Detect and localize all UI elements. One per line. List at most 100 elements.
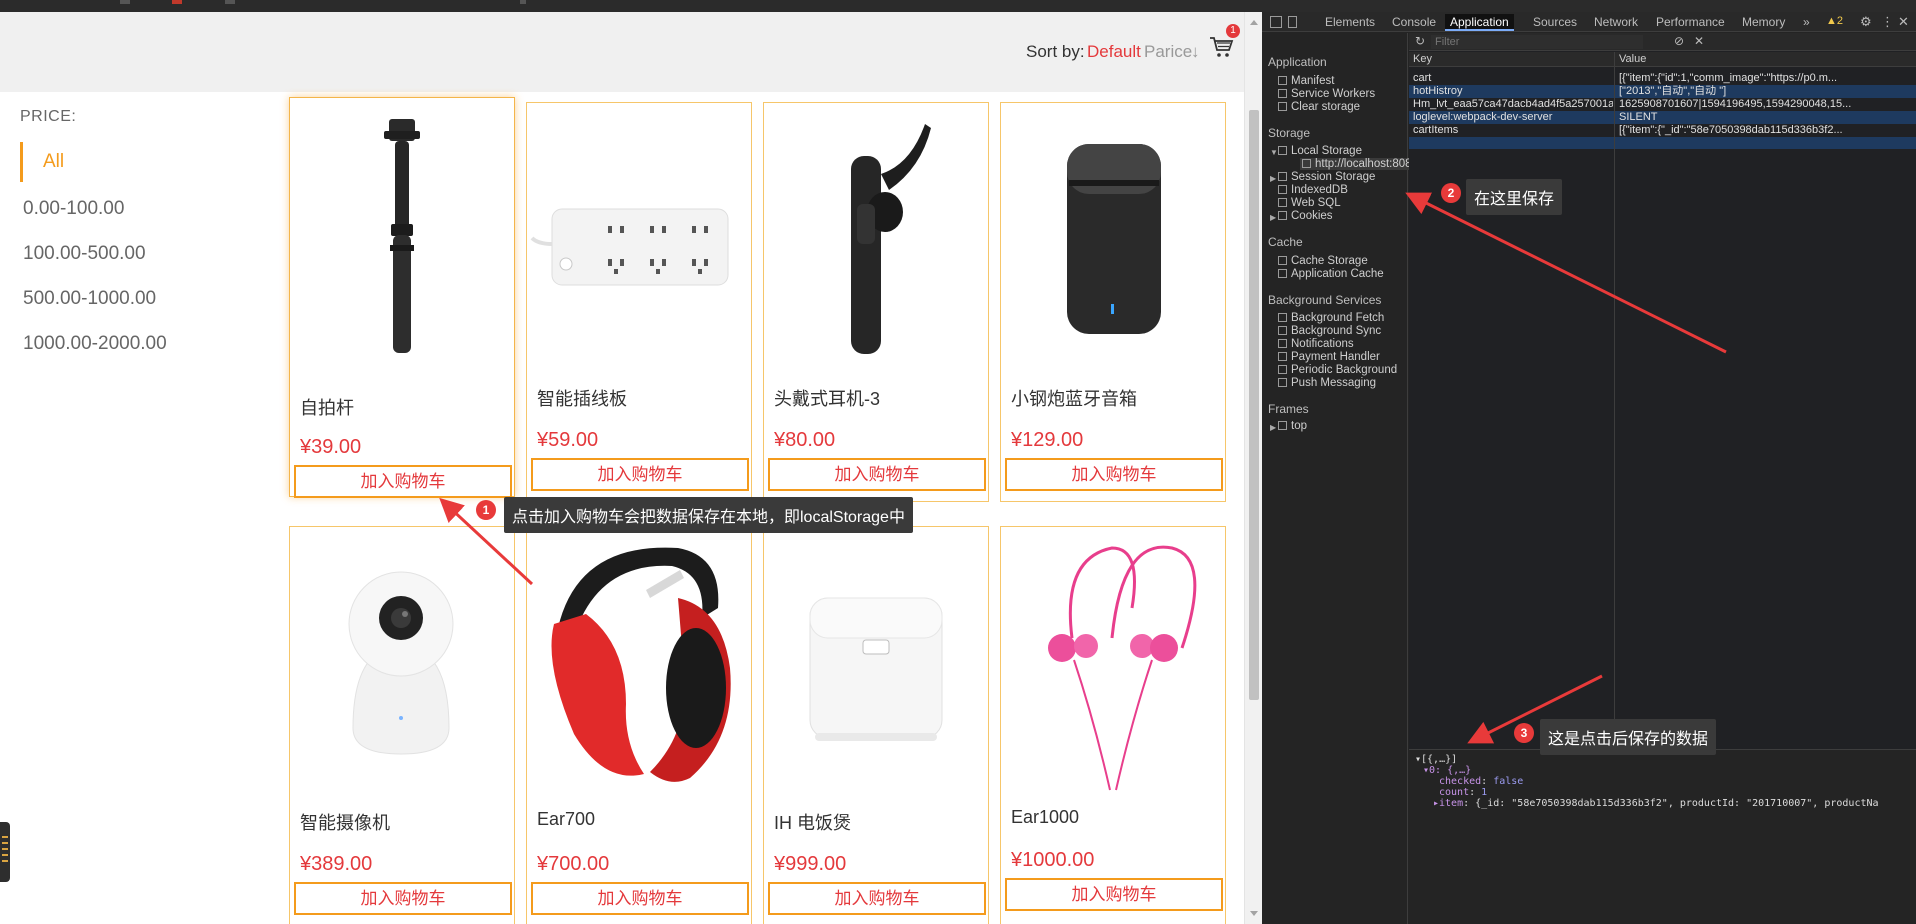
- sidebar-item-background-fetch[interactable]: Background Fetch: [1278, 312, 1384, 324]
- sidebar-item-manifest[interactable]: Manifest: [1278, 75, 1334, 87]
- table-row[interactable]: loglevel:webpack-dev-server SILENT: [1409, 111, 1916, 124]
- product-card[interactable]: Ear700 ¥700.00 加入购物车: [526, 526, 752, 924]
- price-filter-1000-2000[interactable]: 1000.00-2000.00: [20, 333, 167, 355]
- product-price: ¥700.00: [537, 853, 610, 875]
- price-filter-500-1000[interactable]: 500.00-1000.00: [20, 288, 156, 310]
- sidebar-item-periodic-background[interactable]: Periodic Background: [1278, 364, 1397, 376]
- refresh-icon[interactable]: ↻: [1415, 34, 1425, 48]
- expanded-triangle-icon[interactable]: ▼: [1270, 148, 1278, 157]
- page-scrollbar[interactable]: [1244, 12, 1262, 924]
- collapsed-triangle-icon[interactable]: ▶: [1270, 174, 1276, 183]
- add-to-cart-button[interactable]: 加入购物车: [1005, 458, 1223, 491]
- sidebar-item-clear-storage[interactable]: Clear storage: [1278, 101, 1360, 113]
- filter-input[interactable]: [1431, 35, 1643, 49]
- tab-network[interactable]: Network: [1589, 14, 1643, 31]
- product-name: Ear1000: [1011, 807, 1080, 827]
- product-name: 头戴式耳机-3: [774, 389, 881, 409]
- sort-price-link[interactable]: Parice: [1144, 42, 1192, 62]
- table-row-empty[interactable]: [1409, 137, 1916, 149]
- sort-default-link[interactable]: Default: [1087, 42, 1141, 62]
- table-row[interactable]: hotHistroy ["2013","自动","自动 "]: [1409, 85, 1916, 98]
- add-to-cart-button[interactable]: 加入购物车: [294, 882, 512, 915]
- gear-icon: [1278, 89, 1287, 98]
- delete-selected-icon[interactable]: ✕: [1694, 34, 1704, 48]
- inspect-element-icon[interactable]: [1270, 16, 1282, 28]
- add-to-cart-button[interactable]: 加入购物车: [294, 465, 512, 498]
- sidebar-item-localhost-origin[interactable]: http://localhost:808: [1300, 158, 1414, 170]
- sort-arrow-down-icon[interactable]: ↓: [1191, 42, 1200, 62]
- tab-memory[interactable]: Memory: [1737, 14, 1790, 31]
- add-to-cart-button[interactable]: 加入购物车: [531, 458, 749, 491]
- scroll-up-icon[interactable]: [1250, 20, 1258, 25]
- column-value[interactable]: Value: [1619, 53, 1646, 65]
- sort-bar: Sort by: Default Parice ↓ 1: [0, 12, 1244, 92]
- clear-all-icon[interactable]: ⊘: [1674, 34, 1684, 48]
- product-card[interactable]: 智能摄像机 ¥389.00 加入购物车: [289, 526, 515, 924]
- add-to-cart-button[interactable]: 加入购物车: [768, 458, 986, 491]
- store-page: Sort by: Default Parice ↓ 1 PRICE: All 0…: [0, 12, 1244, 924]
- product-card[interactable]: 小钢炮蓝牙音箱 ¥129.00 加入购物车: [1000, 102, 1226, 502]
- product-card[interactable]: 自拍杆 ¥39.00 加入购物车: [289, 97, 515, 498]
- table-row[interactable]: cart [{"item":{"id":1,"comm_image":"https…: [1409, 72, 1916, 85]
- column-key[interactable]: Key: [1413, 53, 1432, 65]
- product-name: Ear700: [537, 809, 596, 829]
- sidebar-item-background-sync[interactable]: Background Sync: [1278, 325, 1381, 337]
- sidebar-item-cache-storage[interactable]: Cache Storage: [1278, 255, 1368, 267]
- sidebar-item-frame-top[interactable]: top: [1278, 420, 1307, 432]
- settings-gear-icon[interactable]: ⚙: [1860, 14, 1872, 30]
- tab-console[interactable]: Console: [1387, 14, 1441, 31]
- preview-checked: checked: false: [1439, 776, 1524, 787]
- section-cache: Cache: [1268, 235, 1303, 249]
- sidebar-item-notifications[interactable]: Notifications: [1278, 338, 1354, 350]
- tab-elements[interactable]: Elements: [1320, 14, 1380, 31]
- price-filter-0-100[interactable]: 0.00-100.00: [20, 198, 124, 220]
- product-card[interactable]: IH 电饭煲 ¥999.00 加入购物车: [763, 526, 989, 924]
- cart-icon[interactable]: [1208, 34, 1234, 60]
- add-to-cart-button[interactable]: 加入购物车: [1005, 878, 1223, 911]
- annotation-label-2: 在这里保存: [1466, 179, 1563, 215]
- price-filter-100-500[interactable]: 100.00-500.00: [20, 243, 146, 265]
- preview-root[interactable]: ▾[{,…}]: [1415, 754, 1457, 765]
- close-devtools-icon[interactable]: ✕: [1898, 14, 1909, 30]
- sidebar-item-service-workers[interactable]: Service Workers: [1278, 88, 1375, 100]
- product-card[interactable]: Ear1000 ¥1000.00 加入购物车: [1000, 526, 1226, 924]
- sidebar-item-push-messaging[interactable]: Push Messaging: [1278, 377, 1376, 389]
- price-filter-all[interactable]: All: [20, 142, 64, 182]
- add-to-cart-button[interactable]: 加入购物车: [531, 882, 749, 915]
- sidebar-item-local-storage[interactable]: Local Storage: [1278, 145, 1362, 157]
- sidebar-item-cookies[interactable]: Cookies: [1278, 210, 1333, 222]
- scroll-down-icon[interactable]: [1250, 911, 1258, 916]
- add-to-cart-button[interactable]: 加入购物车: [768, 882, 986, 915]
- tab-sources[interactable]: Sources: [1528, 14, 1582, 31]
- section-storage: Storage: [1268, 126, 1311, 140]
- product-price: ¥59.00: [537, 429, 599, 451]
- floating-side-widget[interactable]: [0, 822, 10, 882]
- scroll-thumb[interactable]: [1249, 110, 1259, 700]
- annotation-number-2: 2: [1441, 183, 1461, 203]
- file-icon: [1278, 76, 1287, 85]
- product-price: ¥39.00: [300, 436, 362, 458]
- table-row[interactable]: cartItems [{"item":{"_id":"58e7050398dab1…: [1409, 124, 1916, 137]
- preview-index-0[interactable]: ▾0: {,…}: [1423, 765, 1471, 776]
- device-toolbar-icon[interactable]: [1288, 16, 1297, 28]
- sidebar-item-payment-handler[interactable]: Payment Handler: [1278, 351, 1380, 363]
- warnings-badge[interactable]: ▲2: [1826, 15, 1843, 27]
- product-card[interactable]: 智能插线板 ¥59.00 加入购物车: [526, 102, 752, 502]
- product-card[interactable]: 头戴式耳机-3 ¥80.00 加入购物车: [763, 102, 989, 502]
- sidebar-item-session-storage[interactable]: Session Storage: [1278, 171, 1375, 183]
- collapsed-triangle-icon[interactable]: ▶: [1270, 213, 1276, 222]
- column-divider[interactable]: [1614, 52, 1615, 766]
- kebab-menu-icon[interactable]: ⋮: [1881, 14, 1894, 30]
- bluetooth-earpiece-image: [765, 104, 987, 374]
- tab-performance[interactable]: Performance: [1651, 14, 1730, 31]
- table-row[interactable]: Hm_lvt_eaa57ca47dacb4ad4f5a257001a3457c1…: [1409, 98, 1916, 111]
- more-tabs-icon[interactable]: »: [1798, 14, 1815, 31]
- sidebar-item-web-sql[interactable]: Web SQL: [1278, 197, 1341, 209]
- application-sidebar: Application Manifest Service Workers Cle…: [1262, 33, 1414, 924]
- cloud-icon: [1278, 378, 1287, 387]
- tab-application[interactable]: Application: [1445, 14, 1514, 31]
- sidebar-item-application-cache[interactable]: Application Cache: [1278, 268, 1384, 280]
- collapsed-triangle-icon[interactable]: ▶: [1270, 423, 1276, 432]
- sidebar-item-indexeddb[interactable]: IndexedDB: [1278, 184, 1348, 196]
- preview-item[interactable]: ▸item: {_id: "58e7050398dab115d336b3f2",…: [1433, 798, 1879, 809]
